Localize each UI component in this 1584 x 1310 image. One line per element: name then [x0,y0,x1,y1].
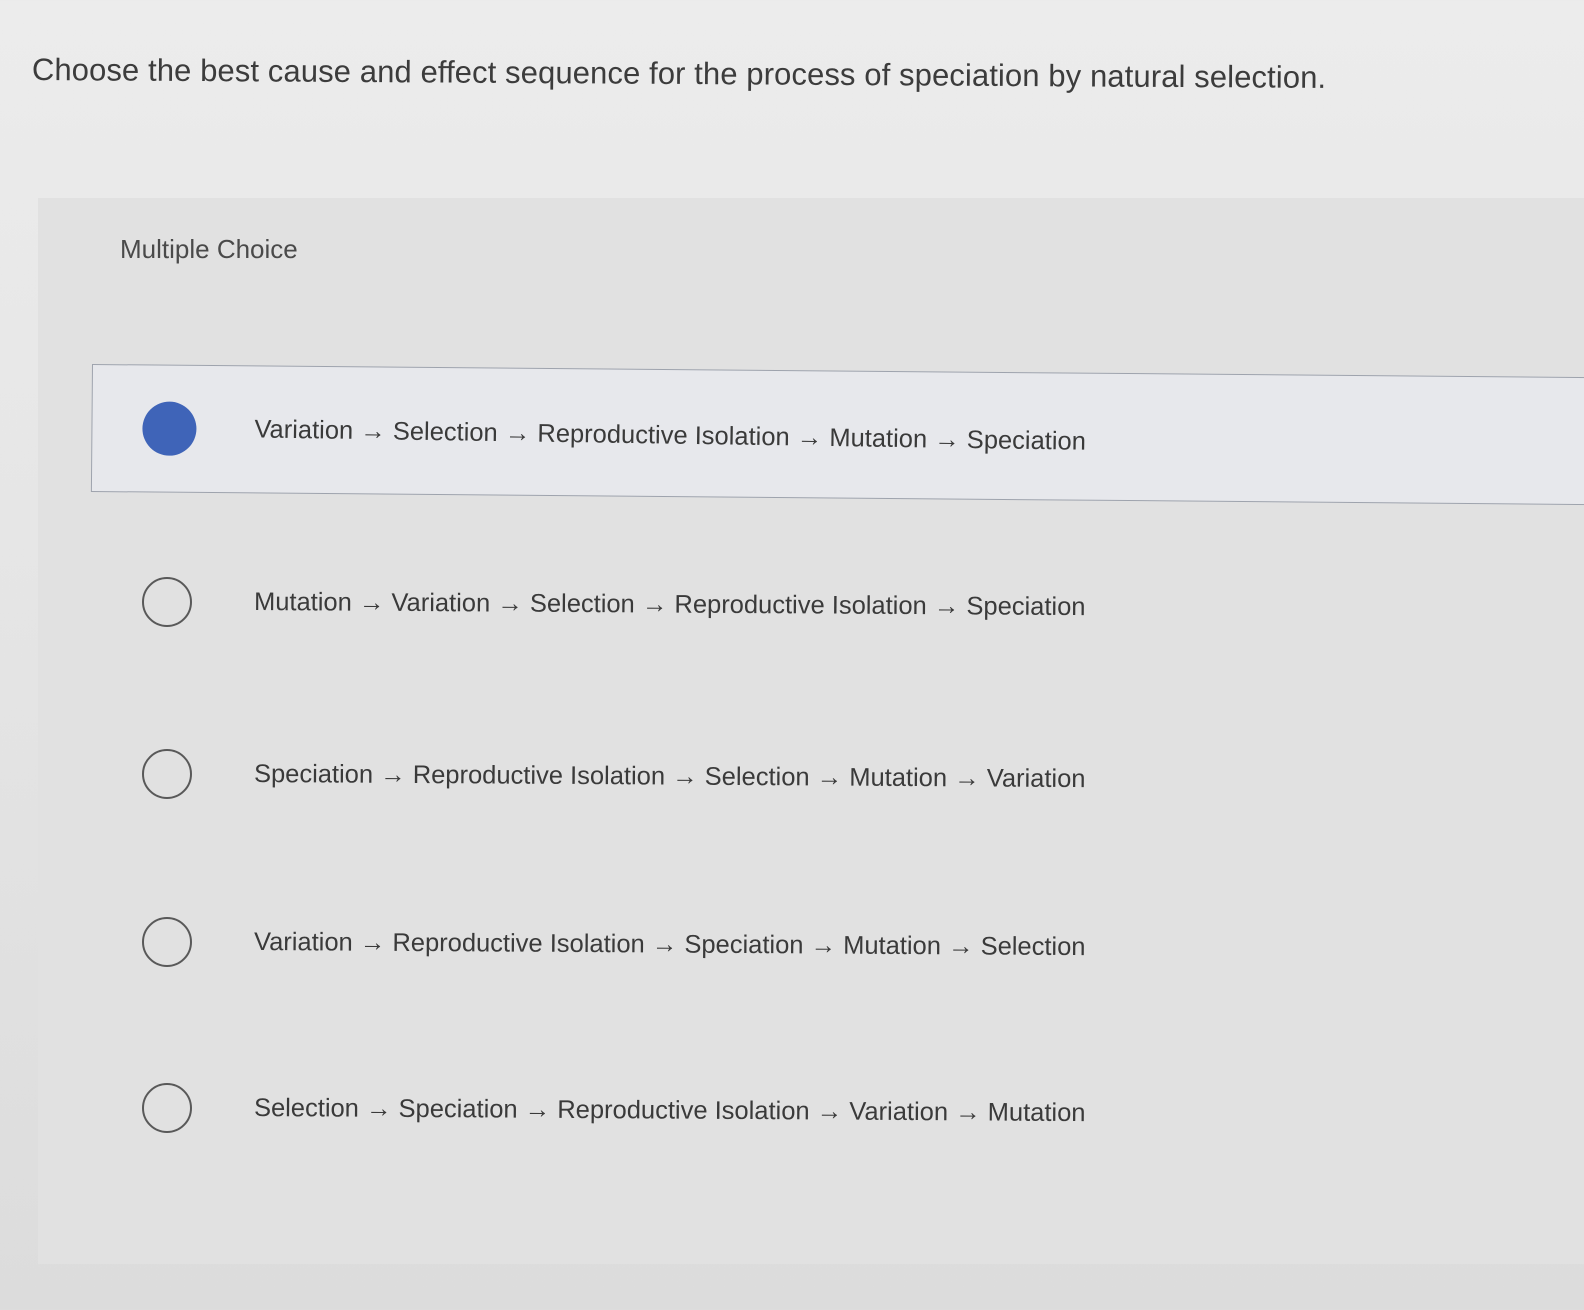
choice-label-3: Speciation → Reproductive Isolation → Se… [253,759,1086,793]
multiple-choice-panel: Multiple Choice Variation → Selection → … [38,198,1584,1264]
radio-empty-icon[interactable] [142,749,192,799]
choice-option-2[interactable]: Mutation → Variation → Selection → Repro… [92,538,1584,666]
choice-label-2: Mutation → Variation → Selection → Repro… [253,587,1086,621]
choice-option-4[interactable]: Variation → Reproductive Isolation → Spe… [92,878,1584,1006]
choice-label-5: Selection → Speciation → Reproductive Is… [253,1093,1086,1127]
question-text: Choose the best cause and effect sequenc… [31,52,1327,95]
question-type-label: Multiple Choice [120,234,298,264]
choice-option-5[interactable]: Selection → Speciation → Reproductive Is… [92,1044,1584,1172]
radio-empty-icon[interactable] [142,577,192,627]
choice-option-1[interactable]: Variation → Selection → Reproductive Iso… [90,364,1584,506]
radio-selected-icon[interactable] [142,401,197,456]
choice-label-1: Variation → Selection → Reproductive Iso… [254,414,1087,456]
radio-empty-icon[interactable] [142,1083,192,1133]
radio-empty-icon[interactable] [142,917,192,967]
choice-label-4: Variation → Reproductive Isolation → Spe… [253,927,1086,961]
choice-option-3[interactable]: Speciation → Reproductive Isolation → Se… [92,710,1584,838]
